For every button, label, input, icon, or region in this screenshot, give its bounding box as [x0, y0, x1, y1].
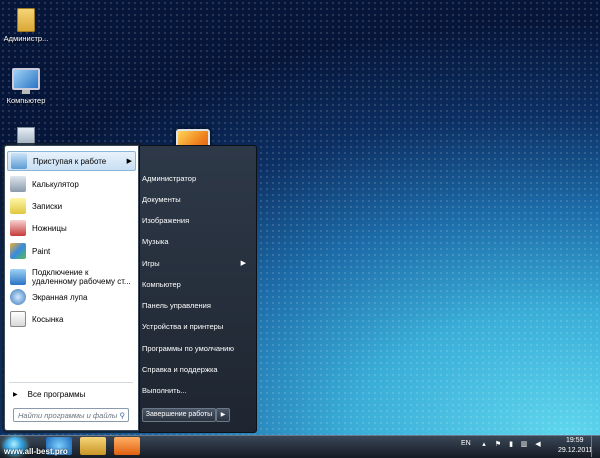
shutdown-button[interactable]: Завершение работы [142, 408, 216, 422]
solitaire-icon [10, 311, 26, 327]
battery-icon[interactable]: ▮ [507, 441, 515, 449]
magnifier-icon [10, 289, 26, 305]
place-games[interactable]: Игры ▶ [142, 257, 252, 271]
calculator-icon [10, 176, 26, 192]
place-label: Документы [142, 195, 181, 204]
start-menu-programs-pane: Приступая к работе ▶ Калькулятор Записки… [4, 145, 139, 431]
program-getting-started[interactable]: Приступая к работе ▶ [7, 151, 136, 171]
program-paint[interactable]: Paint [7, 241, 136, 261]
place-label: Выполнить... [142, 386, 187, 395]
network-icon[interactable]: ▥ [520, 441, 528, 449]
search-placeholder: Найти программы и файлы [18, 411, 118, 420]
search-input[interactable]: Найти программы и файлы ⚲ [13, 408, 129, 422]
separator [9, 382, 133, 383]
media-player-icon[interactable] [114, 437, 140, 455]
program-label: Приступая к работе [33, 156, 107, 166]
place-run[interactable]: Выполнить... [142, 384, 252, 398]
program-label: Paint [32, 246, 51, 256]
place-label: Изображения [142, 216, 190, 225]
place-label: Панель управления [142, 301, 211, 310]
shutdown-options-button[interactable]: ▶ [216, 408, 230, 422]
submenu-arrow-icon: ▶ [126, 158, 132, 165]
place-music[interactable]: Музыка [142, 235, 252, 249]
place-label: Игры [142, 259, 160, 268]
place-computer[interactable]: Компьютер [142, 278, 252, 292]
clock-time[interactable]: 19:59 [566, 437, 584, 444]
place-label: Музыка [142, 237, 169, 246]
desktop-icon-computer[interactable]: Компьютер [0, 68, 54, 105]
program-solitaire[interactable]: Косынка [7, 309, 136, 329]
program-label: Калькулятор [32, 179, 79, 189]
place-label: Компьютер [142, 280, 181, 289]
program-label: Подключение к удаленному рабочему ст... [32, 268, 131, 286]
sticky-notes-icon [10, 198, 26, 214]
program-label: Экранная лупа [32, 292, 88, 302]
place-help-support[interactable]: Справка и поддержка [142, 363, 252, 377]
all-programs-button[interactable]: ▶ Все программы [7, 386, 136, 402]
volume-icon[interactable]: ◀ [534, 441, 542, 449]
snipping-tool-icon [10, 220, 26, 236]
paint-icon [10, 243, 26, 259]
folder-icon [17, 8, 35, 32]
clock-date[interactable]: 29.12.2011 [558, 447, 593, 454]
language-indicator[interactable]: EN [461, 440, 471, 447]
place-control-panel[interactable]: Панель управления [142, 299, 252, 313]
desktop-icon-user-folder[interactable]: Администр... [0, 8, 54, 43]
program-label: Ножницы [32, 223, 67, 233]
place-default-programs[interactable]: Программы по умолчанию [142, 342, 252, 356]
search-icon: ⚲ [119, 411, 126, 420]
tray-arrow-icon[interactable]: ▴ [480, 441, 488, 449]
place-label: Программы по умолчанию [142, 344, 234, 353]
recycle-bin-icon [17, 127, 35, 147]
program-magnifier[interactable]: Экранная лупа [7, 287, 136, 307]
place-label: Устройства и принтеры [142, 322, 224, 331]
place-user[interactable]: Администратор [142, 172, 252, 186]
show-desktop-button[interactable] [591, 436, 600, 457]
remote-desktop-icon [10, 269, 26, 285]
desktop-icon-label: Администр... [3, 34, 49, 43]
place-devices-printers[interactable]: Устройства и принтеры [142, 320, 252, 334]
program-calculator[interactable]: Калькулятор [7, 174, 136, 194]
all-programs-label: Все программы [27, 389, 86, 399]
place-label: Администратор [142, 174, 197, 183]
submenu-arrow-icon: ▶ [240, 260, 246, 267]
program-label: Косынка [32, 314, 64, 324]
computer-icon [12, 68, 40, 94]
action-center-icon[interactable]: ⚑ [494, 441, 502, 449]
program-label: Записки [32, 201, 63, 211]
program-snipping-tool[interactable]: Ножницы [7, 218, 136, 238]
place-pictures[interactable]: Изображения [142, 214, 252, 228]
explorer-icon[interactable] [80, 437, 106, 455]
getting-started-icon [11, 153, 27, 169]
program-sticky-notes[interactable]: Записки [7, 196, 136, 216]
place-label: Справка и поддержка [142, 365, 218, 374]
watermark: www.all-best.pro [4, 447, 68, 456]
place-documents[interactable]: Документы [142, 193, 252, 207]
desktop-icon-label: Компьютер [6, 96, 46, 105]
arrow-right-icon: ▶ [13, 391, 18, 398]
